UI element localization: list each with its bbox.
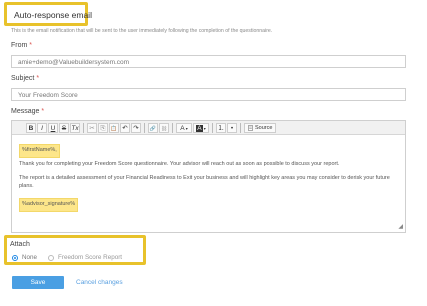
strikethrough-button[interactable]: S bbox=[59, 122, 69, 133]
unlink-icon[interactable]: ⛓ bbox=[159, 122, 169, 133]
editor-content[interactable]: %firstName%, Thank you for completing yo… bbox=[12, 135, 405, 218]
attach-option-none[interactable]: None bbox=[12, 254, 37, 261]
required-mark: * bbox=[29, 42, 33, 49]
subject-field[interactable]: Your Freedom Score bbox=[11, 88, 406, 101]
numbered-list-icon[interactable]: ⒈ bbox=[216, 122, 226, 133]
attach-option-freedom-score-report[interactable]: Freedom Score Report bbox=[48, 254, 122, 261]
section-title: Auto-response email bbox=[4, 2, 92, 26]
message-label-text: Message bbox=[11, 108, 40, 115]
redo-icon[interactable]: ↷ bbox=[131, 122, 141, 133]
save-button[interactable]: Save bbox=[12, 276, 64, 289]
paste-icon[interactable]: 📋 bbox=[109, 122, 119, 133]
firstname-placeholder-tag: %firstName%, bbox=[19, 144, 60, 158]
copy-icon[interactable]: ⎘ bbox=[98, 122, 108, 133]
from-field[interactable]: amie+demo@Valuebuildersystem.com bbox=[11, 55, 406, 68]
section-description: This is the email notification that will… bbox=[11, 28, 273, 34]
toolbar-separator bbox=[240, 122, 241, 133]
radio-unchecked-icon[interactable] bbox=[48, 254, 54, 261]
message-label: Message * bbox=[11, 108, 44, 115]
source-button[interactable]: Source bbox=[244, 122, 277, 133]
required-mark: * bbox=[41, 108, 45, 115]
undo-icon[interactable]: ↶ bbox=[120, 122, 130, 133]
subject-label-text: Subject bbox=[11, 75, 35, 82]
from-label-text: From bbox=[11, 42, 28, 49]
radio-checked-icon[interactable] bbox=[12, 254, 18, 261]
message-paragraph: Thank you for completing your Freedom Sc… bbox=[19, 160, 340, 167]
subject-label: Subject * bbox=[11, 75, 39, 82]
underline-button[interactable]: U bbox=[48, 122, 58, 133]
italic-button[interactable]: I bbox=[37, 122, 47, 133]
toolbar-separator bbox=[144, 122, 145, 133]
message-paragraph: The report is a detailed assessment of y… bbox=[19, 175, 390, 189]
background-color-button[interactable]: A ▾ bbox=[193, 122, 209, 133]
toolbar-separator bbox=[83, 122, 84, 133]
bulleted-list-icon[interactable]: • bbox=[227, 122, 237, 133]
link-icon[interactable]: 🔗 bbox=[148, 122, 158, 133]
required-mark: * bbox=[36, 75, 40, 82]
toolbar-separator bbox=[212, 122, 213, 133]
signature-placeholder-tag: %advisor_signature% bbox=[19, 198, 79, 212]
source-label: Source bbox=[255, 124, 273, 131]
attach-option-label: Freedom Score Report bbox=[58, 254, 123, 261]
source-icon bbox=[248, 124, 253, 131]
attach-label: Attach bbox=[10, 241, 30, 248]
toolbar-separator bbox=[172, 122, 173, 133]
text-color-button[interactable]: A ▾ bbox=[176, 122, 192, 133]
message-editor: B I U S Tx ✂ ⎘ 📋 ↶ ↷ 🔗 ⛓ A ▾ A ▾ ⒈ • Sou… bbox=[11, 120, 406, 233]
attach-option-label: None bbox=[22, 254, 38, 261]
from-label: From * bbox=[11, 42, 32, 49]
cut-icon[interactable]: ✂ bbox=[87, 122, 97, 133]
bold-button[interactable]: B bbox=[26, 122, 36, 133]
cancel-changes-link[interactable]: Cancel changes bbox=[76, 279, 123, 286]
editor-toolbar: B I U S Tx ✂ ⎘ 📋 ↶ ↷ 🔗 ⛓ A ▾ A ▾ ⒈ • Sou… bbox=[12, 121, 405, 135]
resize-handle-icon[interactable]: ◢ bbox=[398, 223, 403, 230]
remove-format-button[interactable]: Tx bbox=[70, 122, 80, 133]
section-title-text: Auto-response email bbox=[14, 10, 92, 20]
